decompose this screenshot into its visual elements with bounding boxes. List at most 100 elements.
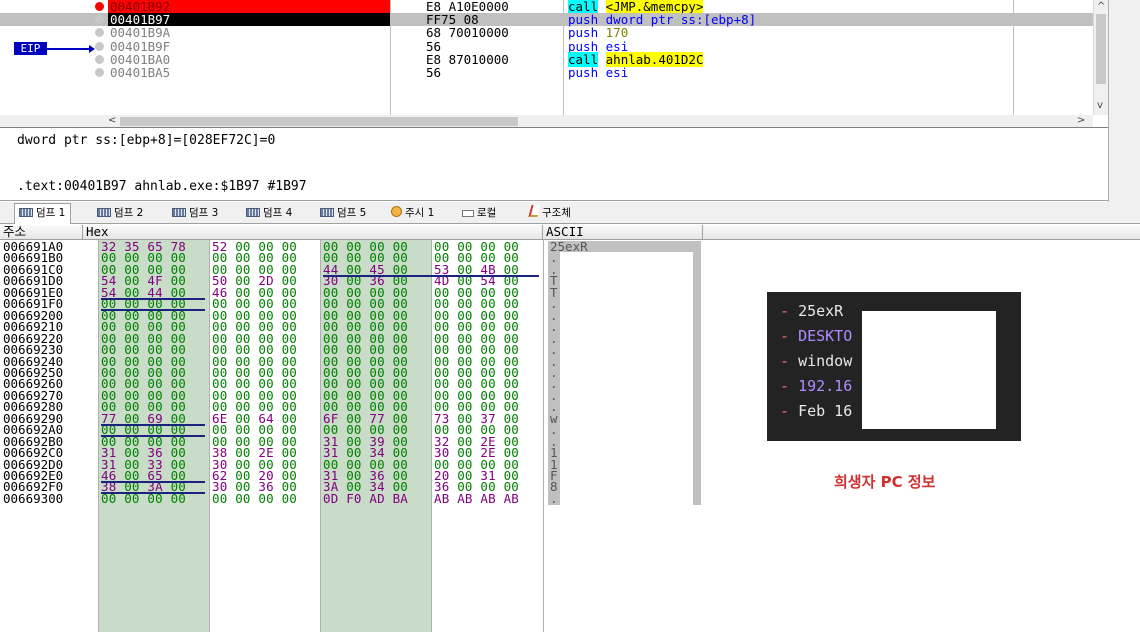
tab-label: 구조체 (542, 207, 571, 219)
terminal-value: 25exR (798, 302, 844, 320)
tab-3[interactable]: 덤프 3 (168, 204, 223, 223)
string-underline (101, 423, 205, 426)
info-location: .text:00401B97 ahnlab.exe:$1B97 #1B97 (17, 179, 307, 194)
tab-6[interactable]: 주시 1 (387, 204, 439, 223)
scroll-left-icon[interactable]: < (108, 115, 116, 127)
instruction-text: push esi (568, 40, 628, 53)
tab-8[interactable]: 구조체 (526, 204, 576, 223)
string-underline (101, 481, 205, 483)
instruction-address: 00401B97 (108, 13, 390, 27)
tab-label: 덤프 5 (337, 207, 367, 219)
string-underline (101, 435, 205, 438)
hex-byte[interactable]: 00 (212, 491, 227, 506)
instruction-bytes: 68 70010000 (426, 25, 509, 41)
string-underline (101, 309, 205, 312)
info-operand-value: dword ptr ss:[ebp+8]=[028EF72C]=0 (17, 133, 276, 148)
watch-icon (391, 206, 402, 217)
instruction-text: call ahnlab.401D2C (568, 51, 704, 67)
info-pane: dword ptr ss:[ebp+8]=[028EF72C]=0 .text:… (0, 128, 1108, 201)
tab-label: 덤프 3 (189, 207, 219, 219)
tab-1[interactable]: 덤프 1 (14, 203, 72, 224)
hex-byte[interactable]: AD (369, 491, 384, 506)
instruction-bytes: E8 A10E0000 (426, 0, 509, 14)
tab-4[interactable]: 덤프 4 (242, 204, 297, 223)
hex-byte[interactable]: 00 (235, 491, 250, 506)
dump-icon (97, 208, 111, 217)
disassembly-row[interactable]: 00401BA5 56 push esi (0, 66, 1093, 79)
terminal-line: - DESKTO (780, 327, 853, 345)
side-panel-edge (1108, 0, 1140, 204)
terminal-value: Feb 16 (798, 402, 853, 420)
hex-byte[interactable]: BA (393, 491, 408, 506)
disassembly-row[interactable]: 00401B9F 56 push esi (0, 40, 1093, 53)
dump-icon (172, 208, 186, 217)
dump-header: 주소 Hex ASCII (0, 225, 1140, 240)
header-hex[interactable]: Hex (83, 225, 543, 240)
instruction-bytes: 56 (426, 65, 442, 80)
hex-group: 00 00 00 00 (212, 491, 320, 506)
disassembly-pane[interactable]: 00401B92 E8 A10E0000 call <JMP.&memcpy> 004… (0, 0, 1108, 128)
scroll-right-icon[interactable]: > (1077, 115, 1085, 127)
struct-icon (528, 205, 541, 217)
header-ascii[interactable]: ASCII (543, 225, 703, 240)
tab-label: 덤프 4 (263, 207, 293, 219)
locals-icon (462, 210, 474, 217)
breakpoint-slot-icon[interactable] (95, 15, 104, 25)
dump-icon (246, 208, 260, 217)
hex-byte[interactable]: 00 (258, 491, 273, 506)
tab-label: 덤프 1 (36, 207, 66, 219)
hex-byte[interactable]: AB (457, 491, 472, 506)
breakpoint-slot-icon[interactable] (95, 68, 104, 77)
instruction-text: push esi (568, 66, 628, 79)
redaction-block (560, 252, 693, 596)
instruction-text: push 170 (568, 26, 628, 39)
header-address[interactable]: 주소 (0, 225, 83, 240)
instruction-bytes: FF75 08 (426, 12, 479, 28)
tab-2[interactable]: 덤프 2 (93, 204, 148, 223)
instruction-text: call <JMP.&memcpy> (568, 0, 704, 14)
instruction-bytes: 56 (426, 38, 442, 54)
eip-label: EIP (14, 42, 47, 55)
hex-byte[interactable]: 00 (282, 491, 297, 506)
hex-byte[interactable]: F0 (346, 491, 361, 506)
terminal-line: - window (780, 352, 853, 370)
instruction-address: 00401B92 (108, 0, 390, 13)
breakpoint-slot-icon[interactable] (95, 28, 104, 38)
disassembly-row[interactable]: 00401B9A 68 70010000 push 170 (0, 26, 1093, 39)
disassembly-horizontal-scrollbar[interactable]: < > (0, 115, 1093, 127)
disassembly-vertical-scrollbar[interactable]: ^ v (1093, 0, 1108, 115)
instruction-mnemonic: push (568, 65, 599, 80)
tab-7[interactable]: 로컬 (458, 204, 501, 223)
disassembly-row[interactable]: 00401B97 FF75 08 push dword ptr ss:[ebp+8] (0, 12, 1093, 28)
instruction-text: push dword ptr ss:[ebp+8] (568, 13, 756, 26)
instruction-address: 00401B9A (110, 25, 171, 41)
disassembly-row[interactable]: 00401B92 E8 A10E0000 call <JMP.&memcpy> (0, 0, 1093, 14)
string-underline (101, 492, 205, 495)
string-underline (101, 297, 205, 300)
hex-byte[interactable]: AB (504, 491, 519, 506)
disassembly-row[interactable]: 00401BA0 E8 87010000 call ahnlab.401D2C (0, 51, 1093, 67)
string-underline (323, 274, 539, 277)
hex-group: AB AB AB AB (434, 491, 542, 506)
hex-byte[interactable]: 0D (323, 491, 338, 506)
breakpoint-slot-icon[interactable] (95, 41, 104, 51)
hex-byte[interactable]: AB (434, 491, 449, 506)
tab-label: 주시 1 (405, 207, 435, 219)
hex-byte[interactable]: AB (480, 491, 495, 506)
breakpoint-slot-icon[interactable] (95, 54, 104, 64)
scroll-down-icon[interactable]: v (1097, 100, 1103, 112)
scroll-thumb[interactable] (120, 117, 518, 126)
tab-5[interactable]: 덤프 5 (316, 204, 371, 223)
terminal-value: window (798, 352, 853, 370)
eip-arrow-icon (47, 45, 95, 53)
instruction-bytes: E8 87010000 (426, 51, 509, 67)
dump-icon (320, 208, 334, 217)
hex-group: 0D F0 AD BA (323, 491, 431, 506)
instruction-address: 00401BA5 (110, 65, 171, 80)
scroll-thumb[interactable] (1096, 14, 1106, 84)
breakpoint-icon[interactable] (95, 2, 104, 11)
terminal-line: - 25exR (780, 302, 844, 320)
instruction-address: 00401BA0 (110, 51, 171, 67)
dump-tab-bar: 덤프 1 덤프 2 덤프 3 덤프 4 덤프 5 주시 1 로컬 구조체 (0, 202, 1140, 224)
scroll-up-icon[interactable]: ^ (1097, 1, 1105, 13)
